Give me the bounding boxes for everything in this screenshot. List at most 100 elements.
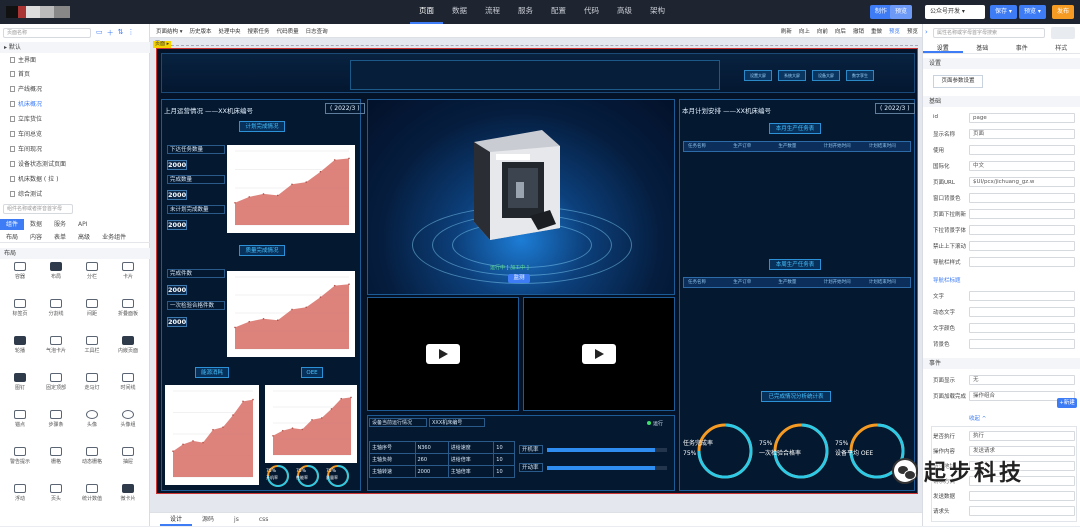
component-item[interactable]: 轮播 [2, 333, 38, 361]
component-item[interactable]: 内嵌页面 [110, 333, 146, 361]
machine-monitor-button[interactable]: 监测 [508, 274, 530, 283]
component-item[interactable]: 页头 [38, 481, 74, 509]
page-item[interactable]: 立库货位 [10, 115, 42, 125]
log-query-button[interactable]: 日志查询 [306, 27, 328, 35]
component-item[interactable]: 分栏 [74, 259, 110, 287]
env-select[interactable]: 公众号开发 ▾ [925, 5, 985, 19]
menu-page[interactable]: 页面 [410, 0, 443, 24]
component-item[interactable]: 统计数值 [74, 481, 110, 509]
page-item[interactable]: 车间总览 [10, 130, 42, 140]
undo-button[interactable]: 撤销 [853, 27, 864, 35]
preview-mode-button[interactable]: 预览 [890, 5, 912, 19]
cat-form[interactable]: 表单 [48, 233, 72, 242]
add-page-icon[interactable]: ＋ [107, 28, 114, 38]
component-item[interactable]: 警告提示 [2, 444, 38, 472]
code-quality-button[interactable]: 代码质量 [277, 27, 299, 35]
property-field[interactable] [969, 323, 1075, 333]
page-item[interactable]: 设备状态测试页面 [10, 160, 66, 170]
dashboard-preview[interactable]: 设置大屏 系统大屏 设备大屏 数字孪生 上月运营情况 ——XX机床编号 ( 20… [156, 48, 918, 494]
component-item[interactable]: 走马灯 [74, 370, 110, 398]
play-icon[interactable] [582, 344, 616, 364]
component-item[interactable]: 卡片 [110, 259, 146, 287]
property-field[interactable]: page [969, 113, 1075, 123]
nav-title-section[interactable]: 导航栏标题 [933, 276, 961, 284]
menu-advanced[interactable]: 高级 [608, 0, 641, 24]
page-structure-button[interactable]: 页面结构 ▾ [156, 27, 183, 35]
component-item[interactable]: 气泡卡片 [38, 333, 74, 361]
preview-canvas-button[interactable]: 预览 [907, 27, 918, 35]
component-item[interactable]: 容器 [2, 259, 38, 287]
property-field[interactable] [969, 339, 1075, 349]
header-button-twin[interactable]: 数字孪生 [846, 70, 874, 81]
header-button-device[interactable]: 设备大屏 [812, 70, 840, 81]
redo-button[interactable]: 重做 [871, 27, 882, 35]
component-item[interactable]: 步骤条 [38, 407, 74, 435]
component-item[interactable]: 抽屉 [110, 444, 146, 472]
page-item[interactable]: 机床数据 ( 拉 ) [10, 175, 58, 185]
cat-advanced[interactable]: 高级 [72, 233, 96, 242]
property-field[interactable]: 中文 [969, 161, 1075, 171]
component-item[interactable]: 微卡片 [110, 481, 146, 509]
preview-button[interactable]: 预览 ▾ [1019, 5, 1046, 19]
tab-css[interactable]: css [249, 513, 279, 526]
tab-style[interactable]: 样式 [1042, 44, 1080, 53]
component-item[interactable]: 栅格 [38, 444, 74, 472]
component-item[interactable]: 工具栏 [74, 333, 110, 361]
property-field[interactable] [969, 193, 1075, 203]
page-item[interactable]: 主界面 [10, 56, 36, 66]
page-item[interactable]: 车间现况 [10, 145, 42, 155]
tab-source[interactable]: 源码 [192, 513, 224, 526]
sort-icon[interactable]: ⇅ [118, 28, 124, 38]
tab-components[interactable]: 组件 [0, 219, 24, 230]
page-item[interactable]: 综合测试 [10, 190, 42, 200]
cat-layout[interactable]: 布局 [0, 233, 24, 242]
page-tag[interactable]: 页面 ▸ [153, 41, 171, 48]
page-params-button[interactable]: 页面参数设置 [933, 75, 983, 88]
property-field[interactable] [969, 225, 1075, 235]
cat-content[interactable]: 内容 [24, 233, 48, 242]
property-field[interactable] [969, 307, 1075, 317]
menu-service[interactable]: 服务 [509, 0, 542, 24]
component-item[interactable]: 间距 [74, 296, 110, 324]
page-item[interactable]: 产线概况 [10, 85, 42, 95]
component-item[interactable]: 标签页 [2, 296, 38, 324]
process-center-button[interactable]: 处理中央 [219, 27, 241, 35]
component-item[interactable]: 布局 [38, 259, 74, 287]
default-section[interactable]: ▸ 默认 [0, 42, 150, 53]
property-field[interactable] [969, 209, 1075, 219]
property-field[interactable] [969, 291, 1075, 301]
more-icon[interactable]: ⋮ [128, 28, 135, 38]
tab-design[interactable]: 设计 [160, 513, 192, 526]
property-field[interactable]: $UI/pcx/jichuang_gz.w [969, 177, 1075, 187]
tab-basic[interactable]: 基础 [963, 44, 1003, 53]
property-field[interactable] [969, 257, 1075, 267]
preview-toggle-button[interactable]: 预览 [889, 27, 900, 35]
video-player[interactable] [367, 297, 519, 411]
make-mode-button[interactable]: 制作 [870, 5, 892, 19]
expand-icon[interactable]: › [925, 28, 928, 36]
tab-data[interactable]: 数据 [24, 219, 48, 230]
menu-code[interactable]: 代码 [575, 0, 608, 24]
component-item[interactable]: 折叠面板 [110, 296, 146, 324]
page-search-input[interactable]: 页面名称 [3, 28, 91, 38]
tab-service[interactable]: 服务 [48, 219, 72, 230]
menu-config[interactable]: 配置 [542, 0, 575, 24]
component-item[interactable]: 浮动 [2, 481, 38, 509]
menu-flow[interactable]: 流程 [476, 0, 509, 24]
video-player[interactable] [523, 297, 675, 411]
component-item[interactable]: 时间线 [110, 370, 146, 398]
tab-api[interactable]: API [72, 219, 94, 230]
component-item[interactable]: 固定顶部 [38, 370, 74, 398]
play-icon[interactable] [426, 344, 460, 364]
save-button[interactable]: 保存 ▾ [990, 5, 1017, 19]
menu-architecture[interactable]: 架构 [641, 0, 674, 24]
add-folder-icon[interactable]: ▭ [96, 28, 103, 38]
tab-settings[interactable]: 设置 [923, 44, 963, 53]
component-search-input[interactable]: 组件名称或者拼音首字母 [3, 204, 73, 214]
page-item-selected[interactable]: 机床概况 [10, 100, 42, 110]
menu-data[interactable]: 数据 [443, 0, 476, 24]
refresh-button[interactable]: 刷新 [781, 27, 792, 35]
header-button-system[interactable]: 系统大屏 [778, 70, 806, 81]
publish-button[interactable]: 发布 [1052, 5, 1074, 19]
header-button-settings[interactable]: 设置大屏 [744, 70, 772, 81]
